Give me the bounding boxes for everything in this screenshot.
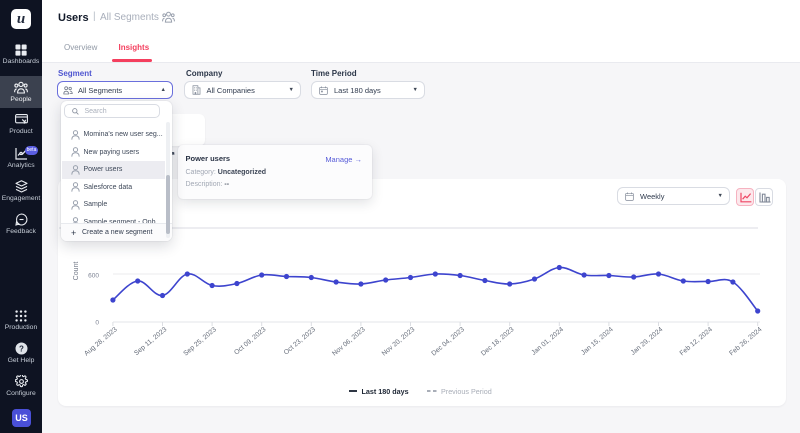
svg-text:600: 600 (88, 272, 99, 279)
svg-text:?: ? (19, 344, 24, 353)
svg-text:Count: Count (73, 262, 80, 281)
svg-text:Dec 04, 2023: Dec 04, 2023 (430, 326, 466, 357)
svg-text:0: 0 (95, 319, 99, 326)
svg-text:Nov 20, 2023: Nov 20, 2023 (381, 326, 417, 357)
svg-text:Sep 11, 2023: Sep 11, 2023 (133, 326, 168, 357)
svg-text:Oct 23, 2023: Oct 23, 2023 (283, 326, 317, 357)
svg-text:Oct 09, 2023: Oct 09, 2023 (233, 326, 267, 357)
svg-text:Feb 12, 2024: Feb 12, 2024 (679, 326, 714, 357)
svg-text:Jan 15, 2024: Jan 15, 2024 (580, 326, 615, 357)
svg-text:Dec 18, 2023: Dec 18, 2023 (480, 326, 516, 357)
svg-text:Jan 29, 2024: Jan 29, 2024 (630, 326, 665, 357)
svg-text:Feb 26, 2024: Feb 26, 2024 (728, 326, 763, 357)
svg-text:Jan 01, 2024: Jan 01, 2024 (530, 326, 565, 357)
svg-text:Aug 28, 2023: Aug 28, 2023 (83, 326, 119, 357)
svg-text:Nov 06, 2023: Nov 06, 2023 (331, 326, 367, 357)
svg-text:Sep 25, 2023: Sep 25, 2023 (182, 326, 218, 357)
